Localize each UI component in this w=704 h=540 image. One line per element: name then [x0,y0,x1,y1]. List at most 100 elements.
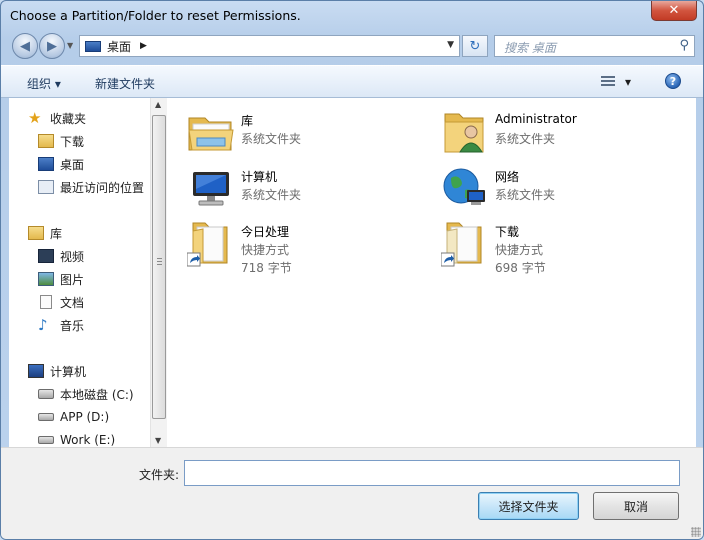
libraries-icon [28,226,44,240]
sidebar-item-documents[interactable]: 文档 [38,292,84,312]
folder-name-label: 文件夹: [139,468,180,482]
sidebar-item-label: 文档 [60,295,85,310]
sidebar-item-label: 收藏夹 [50,111,87,126]
grip-icon [157,258,162,266]
breadcrumb-arrow-icon[interactable]: ▶ [140,41,147,51]
network-globe-icon [443,168,485,205]
sidebar-favorites[interactable]: ★ 收藏夹 [28,108,86,128]
view-dropdown-icon: ▾ [625,75,632,89]
window-title: Choose a Partition/Folder to reset Permi… [10,8,301,23]
file-size: 718 字节 [241,261,292,275]
libraries-folder-icon [188,117,234,151]
sidebar-item-label: 图片 [60,272,85,287]
dialog-footer: 文件夹: 选择文件夹 取消 [1,447,703,539]
dialog-window: Choose a Partition/Folder to reset Permi… [0,0,704,540]
file-item-computer[interactable]: 计算机 系统文件夹 [187,164,427,214]
folder-shortcut-icon [441,222,482,267]
cancel-button[interactable]: 取消 [593,492,679,520]
close-button[interactable]: ✕ [651,1,697,21]
sidebar-item-label: 视频 [60,249,85,264]
file-type: 系统文件夹 [241,132,302,146]
file-list: 库 系统文件夹 Administrator 系统文件夹 计算机 系统文件夹 网络… [167,98,696,447]
refresh-button[interactable]: ↻ [462,35,488,57]
title-bar[interactable]: Choose a Partition/Folder to reset Permi… [1,1,703,31]
address-segment-desktop[interactable]: 桌面 [107,38,131,55]
folder-shortcut-icon [187,222,228,267]
back-arrow-icon: ◀ [20,38,30,54]
sidebar-item-label: 本地磁盘 (C:) [60,387,134,402]
sidebar-libraries[interactable]: 库 [28,223,62,243]
address-bar[interactable]: 桌面 ▶ ▼ [79,35,460,57]
navigation-pane: ★ 收藏夹 下载 桌面 最近访问的位置 库 视频 图片 文档 ♪ 音乐 计算机 … [9,98,167,447]
star-icon: ★ [28,109,42,127]
file-type: 系统文件夹 [495,132,556,146]
system-drive-icon [38,389,54,399]
sidebar-item-videos[interactable]: 视频 [38,246,84,266]
computer-icon [28,364,44,378]
back-button[interactable]: ◀ [12,33,38,59]
search-box[interactable]: 搜索 桌面 ⚲ [494,35,695,57]
computer-icon [193,172,229,206]
drive-icon [38,436,54,444]
organize-menu[interactable]: 组织 ▾ [27,75,61,92]
help-icon: ? [669,74,677,88]
user-folder-icon [444,113,484,153]
forward-button[interactable]: ▶ [39,33,65,59]
scroll-up-icon[interactable]: ▲ [155,100,161,109]
scrollbar-thumb[interactable] [152,115,166,419]
sidebar-item-pictures[interactable]: 图片 [38,269,84,289]
sidebar-item-downloads[interactable]: 下载 [38,131,84,151]
sidebar-item-label: 计算机 [50,364,87,379]
close-icon: ✕ [668,3,680,18]
desktop-icon [38,157,54,171]
view-details-icon [601,76,615,88]
drive-icon [38,413,54,421]
file-name: 网络 [495,170,520,184]
file-item-libraries[interactable]: 库 系统文件夹 [187,108,427,158]
address-dropdown-icon[interactable]: ▼ [447,40,454,50]
sidebar-item-drive-e[interactable]: Work (E:) [38,430,115,447]
recent-locations-dropdown[interactable]: ▼ [67,41,73,50]
resize-grip-icon[interactable] [691,527,701,537]
sidebar-item-label: APP (D:) [60,410,110,424]
documents-library-icon [40,295,52,309]
file-type: 系统文件夹 [495,188,556,202]
sidebar-item-drive-c[interactable]: 本地磁盘 (C:) [38,384,134,404]
file-item-network[interactable]: 网络 系统文件夹 [441,164,681,214]
file-name: 下载 [495,225,520,239]
file-type: 系统文件夹 [241,188,302,202]
sidebar-item-recent-places[interactable]: 最近访问的位置 [38,177,144,197]
sidebar-item-music[interactable]: ♪ 音乐 [38,315,84,335]
sidebar-item-label: Work (E:) [60,433,116,447]
file-item-today-shortcut[interactable]: 今日处理 快捷方式 718 字节 [187,219,427,275]
sidebar-item-label: 最近访问的位置 [60,180,145,195]
sidebar-computer[interactable]: 计算机 [28,361,86,381]
change-view-button[interactable]: ▾ [601,73,639,91]
command-toolbar: 组织 ▾ 新建文件夹 ▾ ? [1,65,703,98]
sidebar-item-desktop[interactable]: 桌面 [38,154,84,174]
recent-places-icon [38,180,54,194]
sidebar-item-drive-d[interactable]: APP (D:) [38,407,109,427]
file-item-downloads-shortcut[interactable]: 下载 快捷方式 698 字节 [441,219,681,275]
help-button[interactable]: ? [665,73,681,89]
search-icon[interactable]: ⚲ [679,38,689,53]
file-item-administrator[interactable]: Administrator 系统文件夹 [441,108,681,158]
refresh-icon: ↻ [469,38,481,54]
file-type: 快捷方式 [495,243,544,257]
select-folder-button[interactable]: 选择文件夹 [478,492,579,520]
scroll-down-icon[interactable]: ▼ [155,436,161,445]
file-size: 698 字节 [495,261,546,275]
folder-name-input[interactable] [184,460,680,486]
forward-arrow-icon: ▶ [47,38,57,54]
file-name: 今日处理 [241,225,290,239]
music-note-icon: ♪ [38,316,48,334]
file-type: 快捷方式 [241,243,290,257]
new-folder-button[interactable]: 新建文件夹 [95,75,155,92]
navigation-bar: ◀ ▶ ▼ 桌面 ▶ ▼ ↻ 搜索 桌面 ⚲ [1,31,703,61]
sidebar-item-label: 下载 [60,134,85,149]
downloads-folder-icon [38,134,54,148]
file-name: Administrator [495,112,577,126]
sidebar-item-label: 库 [50,226,63,241]
file-name: 库 [241,114,254,128]
navigation-scrollbar[interactable]: ▲ ▼ [150,98,167,447]
